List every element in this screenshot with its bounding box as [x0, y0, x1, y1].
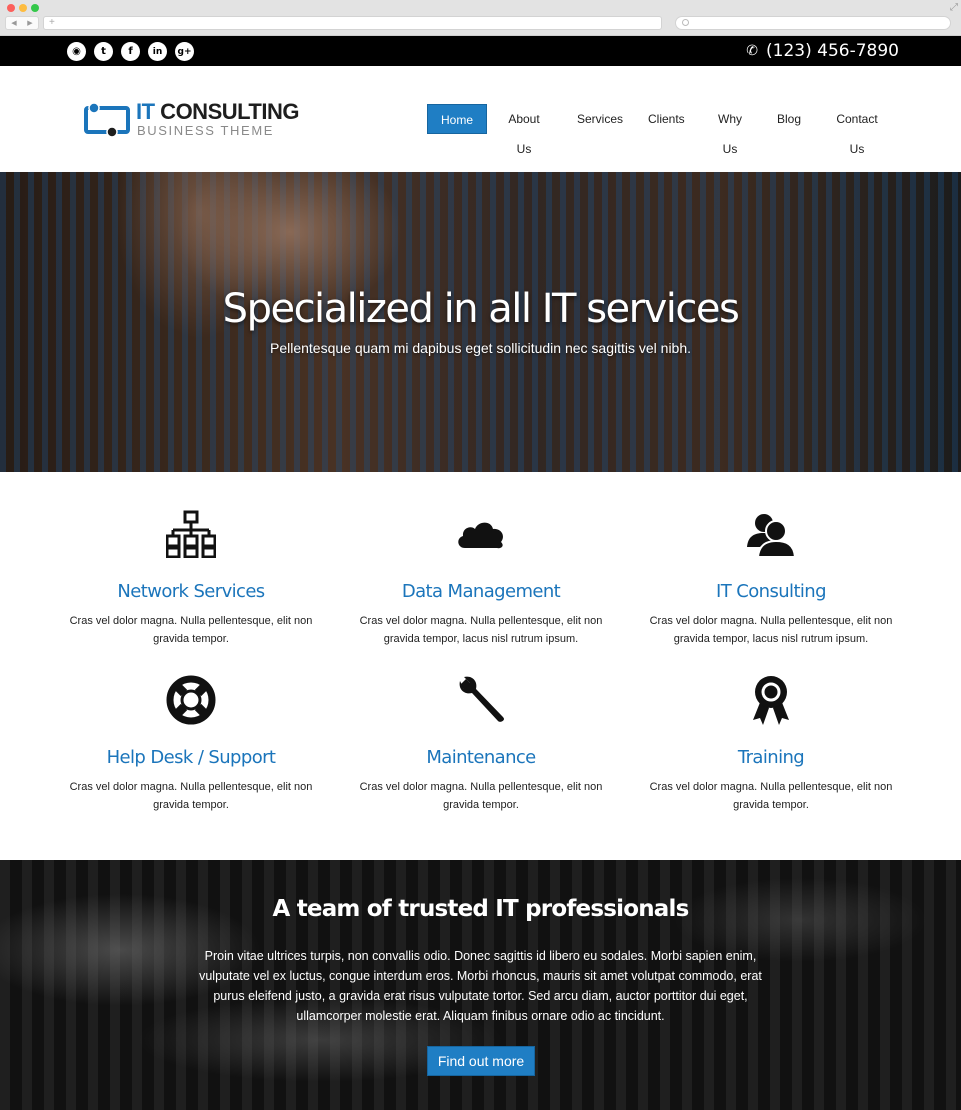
- fullscreen-icon[interactable]: ⤢: [950, 2, 958, 13]
- team-section: A team of trusted IT professionals Proin…: [0, 860, 961, 1110]
- nav-home[interactable]: Home: [427, 104, 487, 134]
- hero-subtitle: Pellentesque quam mi dapibus eget sollic…: [269, 340, 692, 356]
- service-title[interactable]: Network Services: [46, 581, 336, 602]
- back-arrow-icon[interactable]: ◀: [11, 19, 16, 27]
- service-network: Network Services Cras vel dolor magna. N…: [46, 506, 336, 648]
- minimize-window-dot[interactable]: [19, 4, 27, 12]
- browser-search-bar[interactable]: [675, 16, 951, 30]
- close-window-dot[interactable]: [7, 4, 15, 12]
- top-bar: ◉ t f in g+ ✆ (123) 456-7890: [0, 36, 961, 66]
- service-description: Cras vel dolor magna. Nulla pellentesque…: [69, 615, 313, 645]
- award-icon: [626, 672, 916, 728]
- service-description: Cras vel dolor magna. Nulla pellentesque…: [359, 615, 603, 645]
- logo-title[interactable]: IT CONSULTING: [136, 99, 299, 125]
- service-title[interactable]: Maintenance: [336, 747, 626, 768]
- service-title[interactable]: Help Desk / Support: [46, 747, 336, 768]
- service-data-management: Data Management Cras vel dolor magna. Nu…: [336, 506, 626, 648]
- address-bar[interactable]: +: [43, 16, 662, 30]
- nav-services[interactable]: Services: [569, 104, 627, 134]
- users-icon: [626, 506, 916, 562]
- browser-nav-arrows[interactable]: ◀ ▶: [5, 16, 39, 30]
- rss-icon[interactable]: ◉: [67, 42, 86, 61]
- team-title: A team of trusted IT professionals: [272, 896, 690, 922]
- find-out-more-button[interactable]: Find out more: [427, 1046, 535, 1076]
- nav-about-us[interactable]: About Us: [494, 104, 554, 156]
- nav-contact-us[interactable]: Contact Us: [821, 104, 893, 156]
- new-tab-icon[interactable]: +: [49, 17, 55, 28]
- search-icon: [682, 19, 689, 26]
- phone-icon: ✆: [746, 43, 759, 59]
- service-training: Training Cras vel dolor magna. Nulla pel…: [626, 672, 916, 814]
- service-title[interactable]: IT Consulting: [626, 581, 916, 602]
- maximize-window-dot[interactable]: [31, 4, 39, 12]
- facebook-icon[interactable]: f: [121, 42, 140, 61]
- twitter-icon[interactable]: t: [94, 42, 113, 61]
- nav-why-us[interactable]: Why Us: [704, 104, 756, 156]
- logo-consulting-text: CONSULTING: [154, 99, 299, 124]
- service-help-desk: Help Desk / Support Cras vel dolor magna…: [46, 672, 336, 814]
- service-description: Cras vel dolor magna. Nulla pellentesque…: [649, 615, 893, 645]
- logo-subtitle: BUSINESS THEME: [137, 123, 275, 138]
- service-description: Cras vel dolor magna. Nulla pellentesque…: [69, 781, 313, 811]
- lifebuoy-icon: [46, 672, 336, 728]
- site-header: IT CONSULTING BUSINESS THEME Home About …: [0, 66, 961, 172]
- hero-banner: Specialized in all IT services Pellentes…: [0, 172, 961, 472]
- service-it-consulting: IT Consulting Cras vel dolor magna. Null…: [626, 506, 916, 648]
- service-title[interactable]: Data Management: [336, 581, 626, 602]
- logo-icon[interactable]: [84, 102, 134, 138]
- service-description: Cras vel dolor magna. Nulla pellentesque…: [359, 781, 603, 811]
- phone-text: (123) 456-7890: [766, 41, 899, 61]
- linkedin-icon[interactable]: in: [148, 42, 167, 61]
- wrench-icon: [336, 672, 626, 728]
- phone-number[interactable]: ✆ (123) 456-7890: [746, 41, 899, 61]
- nav-clients[interactable]: Clients: [640, 104, 690, 134]
- browser-chrome: ◀ ▶ + ⤢: [0, 0, 961, 36]
- nav-blog[interactable]: Blog: [769, 104, 809, 134]
- cloud-icon: [336, 506, 626, 562]
- service-description: Cras vel dolor magna. Nulla pellentesque…: [649, 781, 893, 811]
- hero-title: Specialized in all IT services: [222, 286, 740, 332]
- team-text: Proin vitae ultrices turpis, non convall…: [199, 949, 762, 1023]
- service-maintenance: Maintenance Cras vel dolor magna. Nulla …: [336, 672, 626, 814]
- forward-arrow-icon[interactable]: ▶: [27, 19, 32, 27]
- googleplus-icon[interactable]: g+: [175, 42, 194, 61]
- network-icon: [46, 506, 336, 562]
- logo-it-text: IT: [136, 99, 155, 124]
- service-title[interactable]: Training: [626, 747, 916, 768]
